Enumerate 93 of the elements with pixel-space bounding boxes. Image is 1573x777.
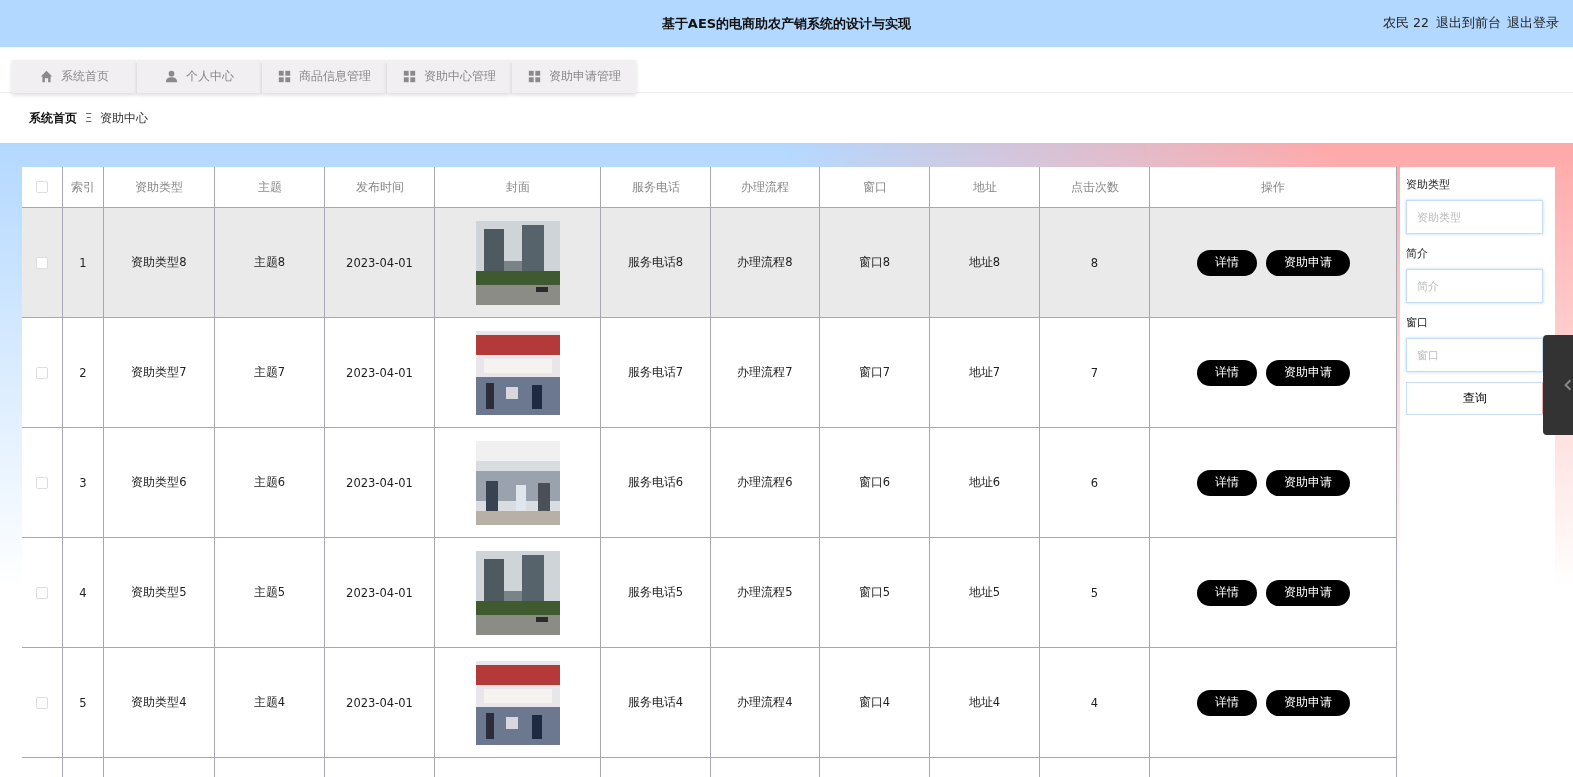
- column-header: 发布时间: [325, 167, 435, 208]
- table-cell: 主题7: [253, 365, 286, 380]
- home-icon: [39, 70, 53, 83]
- row-checkbox[interactable]: [36, 586, 48, 599]
- table-cell: 地址6: [968, 475, 1001, 490]
- user-name: 农民 22: [1383, 15, 1429, 32]
- table-cell: 服务电话8: [627, 255, 684, 270]
- table-cell: 1: [79, 255, 87, 270]
- search-field[interactable]: 窗口: [1406, 338, 1543, 372]
- table-cell: 资助类型8: [131, 255, 187, 270]
- table-cell: 5: [1090, 585, 1099, 600]
- row-checkbox[interactable]: [36, 696, 48, 709]
- table-cell: 主题8: [253, 255, 286, 270]
- table-cell: 8: [1090, 255, 1099, 270]
- table-cell: 4: [79, 585, 87, 600]
- grid-icon: [402, 70, 416, 83]
- table-cell: 服务电话6: [627, 475, 684, 490]
- table-cell: 主题4: [253, 695, 286, 710]
- table-cell: 7: [1090, 365, 1099, 380]
- grid-icon: [277, 70, 291, 83]
- search-field[interactable]: 资助类型: [1406, 200, 1543, 234]
- table-cell: 主题6: [253, 475, 286, 490]
- side-toggle[interactable]: [1543, 335, 1573, 435]
- table-cell: 办理流程7: [737, 365, 793, 380]
- table-cell: 服务电话4: [627, 695, 684, 710]
- header-link[interactable]: 退出登录: [1507, 15, 1559, 32]
- column-header: 封面: [435, 167, 601, 208]
- breadcrumb-link[interactable]: 资助中心: [100, 110, 149, 126]
- field-label: 资助类型: [1406, 177, 1451, 192]
- table-cell: 资助类型6: [131, 475, 187, 490]
- chevron-icon: [1564, 378, 1572, 392]
- table-cell: 地址4: [968, 695, 1001, 710]
- table-cell: 窗口7: [858, 365, 891, 380]
- table-cell: 2023-04-01: [346, 365, 413, 380]
- action-button[interactable]: 详情: [1196, 249, 1257, 276]
- table-cell: 资助类型7: [131, 365, 187, 380]
- header-link[interactable]: 退出到前台: [1436, 15, 1501, 32]
- table-cell: 办理流程4: [737, 695, 793, 710]
- column-header: 点击次数: [1040, 167, 1150, 208]
- table-cell: 办理流程8: [737, 255, 793, 270]
- table-cell: 窗口8: [858, 255, 891, 270]
- row-checkbox[interactable]: [36, 476, 48, 489]
- action-button[interactable]: 详情: [1196, 359, 1257, 386]
- table-cell: 窗口5: [858, 585, 891, 600]
- action-button[interactable]: 资助申请: [1265, 249, 1350, 276]
- table-cell: 服务电话7: [627, 365, 684, 380]
- action-button[interactable]: 资助申请: [1265, 689, 1350, 716]
- table-cell: 地址7: [968, 365, 1001, 380]
- system-title: 基于AES的电商助农产销系统的设计与实现: [661, 14, 912, 33]
- table-cell: 窗口4: [858, 695, 891, 710]
- table-cell: 窗口6: [858, 475, 891, 490]
- table-cell: 办理流程6: [737, 475, 793, 490]
- table-cell: 主题5: [253, 585, 286, 600]
- select-all-checkbox[interactable]: [36, 181, 48, 193]
- column-header: 办理流程: [711, 167, 820, 208]
- table-cell: 5: [79, 695, 87, 710]
- search-field[interactable]: 简介: [1406, 269, 1543, 303]
- breadcrumb-link[interactable]: 系统首页: [29, 110, 77, 126]
- person-icon: [164, 70, 178, 83]
- column-header: 资助类型: [104, 167, 215, 208]
- table-cell: 资助类型5: [131, 585, 187, 600]
- action-button[interactable]: 资助申请: [1265, 359, 1350, 386]
- table-cell: 2023-04-01: [346, 695, 413, 710]
- field-label: 窗口: [1406, 315, 1429, 330]
- column-header: 地址: [930, 167, 1040, 208]
- table-cell: 6: [1090, 475, 1099, 490]
- column-header: 服务电话: [601, 167, 711, 208]
- row-checkbox[interactable]: [36, 366, 48, 379]
- table-cell: 地址5: [968, 585, 1001, 600]
- action-button[interactable]: 详情: [1196, 579, 1257, 606]
- table-cell: 3: [79, 475, 87, 490]
- table-cell: 2023-04-01: [346, 255, 413, 270]
- action-button[interactable]: 详情: [1196, 689, 1257, 716]
- table-cell: 资助类型4: [131, 695, 187, 710]
- row-checkbox[interactable]: [36, 256, 48, 269]
- table-cell: 地址8: [968, 255, 1001, 270]
- table-cell: 4: [1090, 695, 1099, 710]
- table-cell: 服务电话5: [627, 585, 684, 600]
- action-button[interactable]: 资助申请: [1265, 579, 1350, 606]
- table-cell: 2023-04-01: [346, 475, 413, 490]
- column-header: 主题: [215, 167, 325, 208]
- column-header: 操作: [1150, 167, 1397, 208]
- column-header: 索引: [63, 167, 104, 208]
- grid-icon: [527, 70, 541, 83]
- search-button[interactable]: 查询: [1406, 382, 1543, 415]
- table-cell: 办理流程5: [737, 585, 793, 600]
- table-cell: 2023-04-01: [346, 585, 413, 600]
- action-button[interactable]: 详情: [1196, 469, 1257, 496]
- field-label: 简介: [1406, 246, 1429, 261]
- table-cell: 2: [79, 365, 87, 380]
- action-button[interactable]: 资助申请: [1265, 469, 1350, 496]
- breadcrumb-separator: Ξ: [85, 111, 93, 125]
- column-header: 窗口: [820, 167, 930, 208]
